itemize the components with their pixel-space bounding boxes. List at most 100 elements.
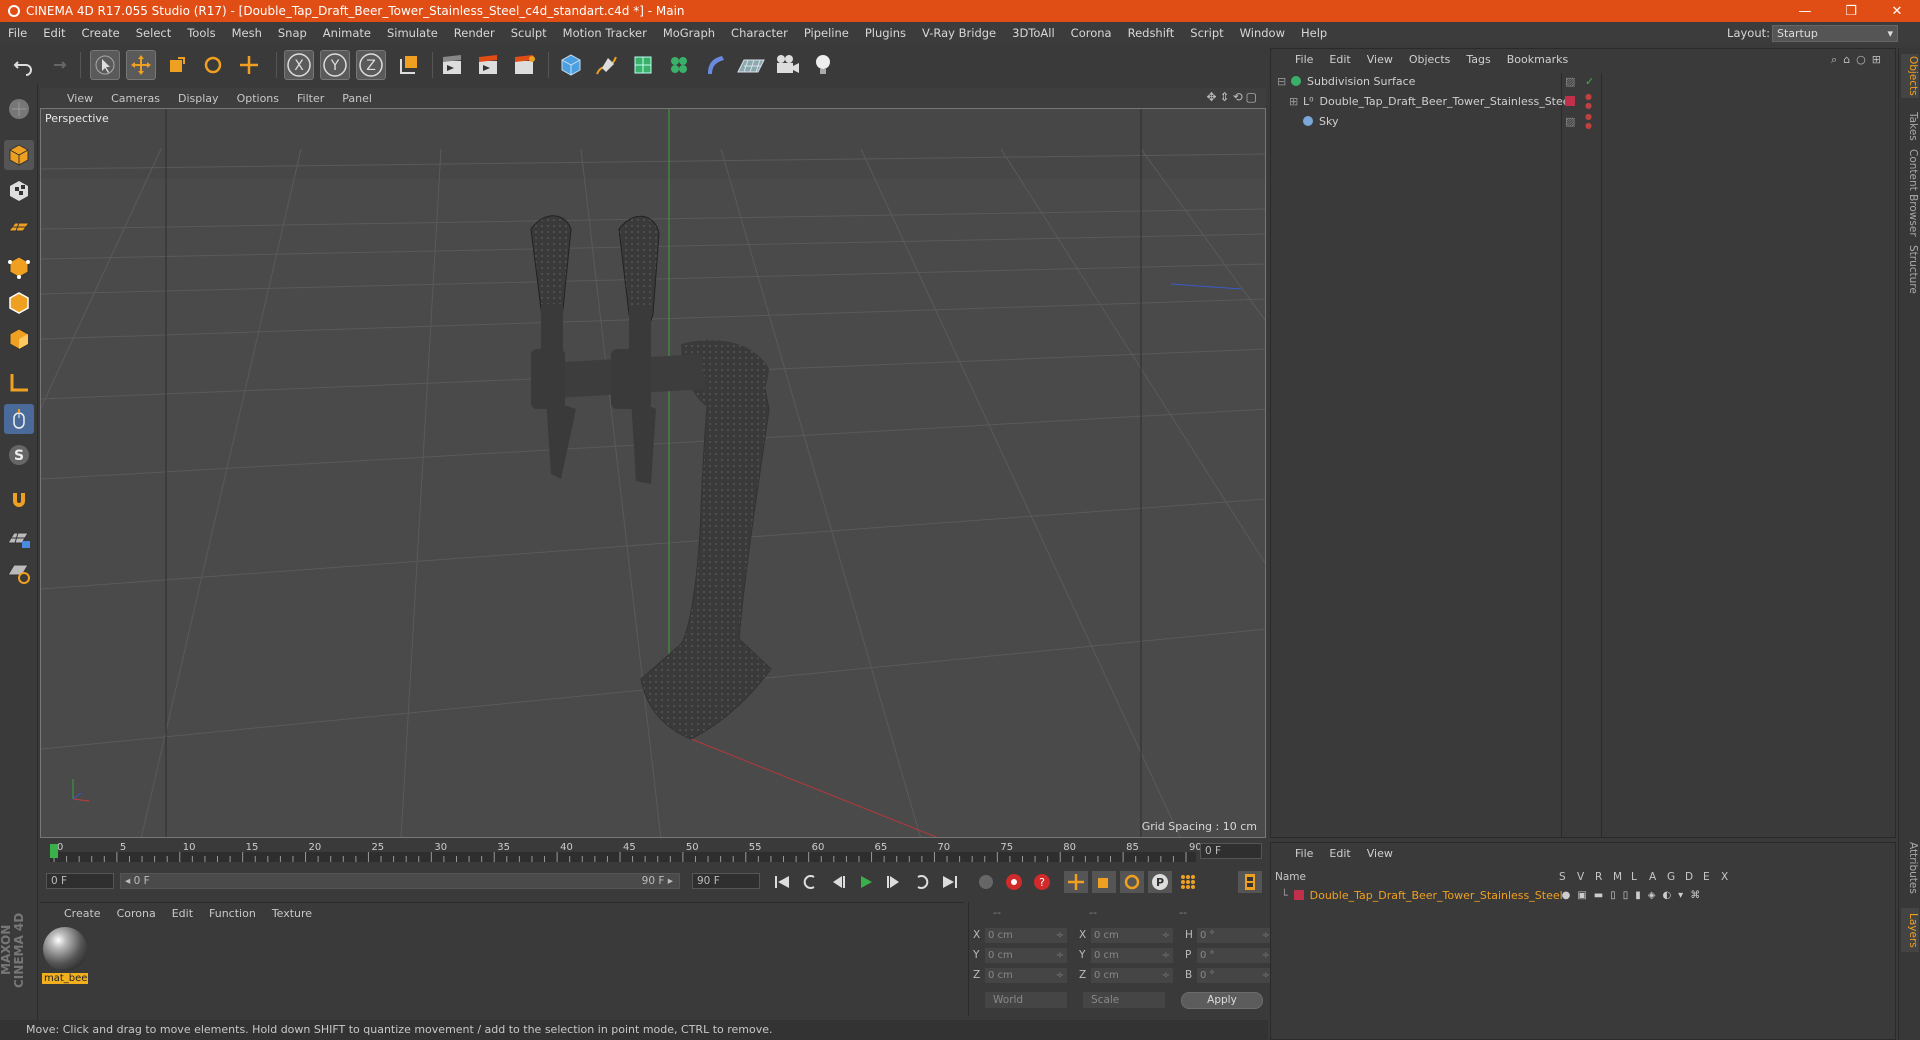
restore-button[interactable]: ❐ bbox=[1828, 0, 1874, 22]
light-button[interactable] bbox=[808, 50, 838, 80]
go-to-start-button[interactable] bbox=[770, 871, 794, 893]
menu-mograph[interactable]: MoGraph bbox=[655, 26, 723, 40]
tab-content-browser[interactable]: Content Browser bbox=[1901, 148, 1919, 238]
pen-spline-button[interactable] bbox=[592, 50, 622, 80]
solo-button[interactable]: S bbox=[4, 440, 34, 470]
menu-sculpt[interactable]: Sculpt bbox=[503, 26, 555, 40]
layer-row[interactable]: └ Double_Tap_Draft_Beer_Tower_Stainless_… bbox=[1275, 887, 1895, 903]
close-button[interactable]: ✕ bbox=[1874, 0, 1920, 22]
collapse-toggle-icon[interactable]: ⊟ bbox=[1277, 75, 1289, 88]
object-menu-edit[interactable]: Edit bbox=[1321, 53, 1358, 66]
menu-character[interactable]: Character bbox=[723, 26, 796, 40]
axis-mode-button[interactable] bbox=[4, 368, 34, 398]
render-view-button[interactable] bbox=[438, 50, 468, 80]
menu-create[interactable]: Create bbox=[74, 26, 128, 40]
layer-menu-edit[interactable]: Edit bbox=[1321, 847, 1358, 860]
recent-tool[interactable] bbox=[234, 50, 264, 80]
viewport-menu-filter[interactable]: Filter bbox=[288, 92, 333, 105]
frame-range-slider[interactable]: ◂ 0 F 90 F ▸ bbox=[120, 873, 680, 889]
tab-attributes[interactable]: Attributes bbox=[1901, 838, 1919, 898]
menu-simulate[interactable]: Simulate bbox=[379, 26, 446, 40]
material-menu-corona[interactable]: Corona bbox=[109, 907, 164, 920]
previous-frame-button[interactable] bbox=[826, 871, 850, 893]
edge-mode-button[interactable] bbox=[4, 288, 34, 318]
layer-menu-file[interactable]: File bbox=[1287, 847, 1321, 860]
tab-objects[interactable]: Objects bbox=[1901, 54, 1919, 98]
layer-color-swatch[interactable] bbox=[1565, 96, 1575, 106]
record-button[interactable] bbox=[1002, 871, 1026, 893]
coordinate-mode-dropdown[interactable]: Scale bbox=[1083, 992, 1165, 1008]
menu-motion-tracker[interactable]: Motion Tracker bbox=[555, 26, 655, 40]
previous-key-button[interactable] bbox=[798, 871, 822, 893]
menu-snap[interactable]: Snap bbox=[270, 26, 315, 40]
key-position-button[interactable] bbox=[1064, 871, 1088, 893]
object-row-sky[interactable]: Sky ▨ ● ● bbox=[1271, 111, 1897, 131]
menu-corona[interactable]: Corona bbox=[1063, 26, 1120, 40]
move-tool[interactable] bbox=[126, 50, 156, 80]
size-x-field[interactable]: 0 cm bbox=[1091, 927, 1173, 943]
viewport-menu-options[interactable]: Options bbox=[228, 92, 288, 105]
visibility-dots-icon[interactable]: ● ● bbox=[1585, 92, 1592, 110]
play-button[interactable] bbox=[854, 871, 878, 893]
start-frame-field[interactable]: 0 F bbox=[46, 873, 114, 889]
key-scale-button[interactable] bbox=[1092, 871, 1116, 893]
layout-dropdown[interactable]: Startup bbox=[1772, 25, 1898, 42]
tab-structure[interactable]: Structure bbox=[1901, 242, 1919, 296]
end-frame-field[interactable]: 90 F bbox=[692, 873, 760, 889]
key-pla-button[interactable] bbox=[1176, 871, 1200, 893]
next-frame-button[interactable] bbox=[882, 871, 906, 893]
expand-toggle-icon[interactable]: ⊞ bbox=[1289, 95, 1301, 108]
layer-toggle-icons[interactable]: ●▣▬▯▯▮◈◐▾⌘ bbox=[1562, 890, 1708, 901]
position-x-field[interactable]: 0 cm bbox=[985, 927, 1067, 943]
editor-visibility-icon[interactable]: ▨ bbox=[1565, 75, 1575, 88]
material-menu-edit[interactable]: Edit bbox=[164, 907, 201, 920]
workplane-mode-button[interactable] bbox=[4, 212, 34, 242]
snap-button[interactable] bbox=[4, 486, 34, 516]
texture-mode-button[interactable] bbox=[4, 176, 34, 206]
menu-3dtoall[interactable]: 3DToAll bbox=[1004, 26, 1063, 40]
scale-tool[interactable] bbox=[162, 50, 192, 80]
rotation-h-field[interactable]: 0 ° bbox=[1197, 927, 1273, 943]
object-row-beer-tower[interactable]: ⊞ L⁰ Double_Tap_Draft_Beer_Tower_Stainle… bbox=[1271, 91, 1897, 111]
camera-button[interactable] bbox=[772, 50, 802, 80]
size-y-field[interactable]: 0 cm bbox=[1091, 947, 1173, 963]
menu-redshift[interactable]: Redshift bbox=[1120, 26, 1183, 40]
editor-visibility-icon[interactable]: ▨ bbox=[1565, 115, 1575, 128]
next-key-button[interactable] bbox=[910, 871, 934, 893]
model-mode-button[interactable] bbox=[4, 140, 34, 170]
timeline-window-button[interactable] bbox=[1238, 871, 1262, 893]
render-picture-viewer-button[interactable] bbox=[474, 50, 504, 80]
rotation-b-field[interactable]: 0 ° bbox=[1197, 967, 1273, 983]
locked-workplane-button[interactable] bbox=[4, 524, 34, 554]
rotate-tool[interactable] bbox=[198, 50, 228, 80]
layer-color-swatch[interactable] bbox=[1293, 890, 1304, 900]
z-axis-lock[interactable]: Z bbox=[356, 50, 386, 80]
tab-takes[interactable]: Takes bbox=[1901, 106, 1919, 146]
autokey-button[interactable]: ? bbox=[1030, 871, 1054, 893]
tab-layers[interactable]: Layers bbox=[1901, 908, 1919, 952]
size-z-field[interactable]: 0 cm bbox=[1091, 967, 1173, 983]
current-frame-field[interactable]: 0 F bbox=[1200, 843, 1262, 859]
position-z-field[interactable]: 0 cm bbox=[985, 967, 1067, 983]
playhead[interactable] bbox=[50, 844, 58, 858]
viewport-navigation-icons[interactable]: ✥⇕⟲▢ bbox=[1206, 90, 1260, 104]
menu-plugins[interactable]: Plugins bbox=[857, 26, 914, 40]
menu-render[interactable]: Render bbox=[446, 26, 503, 40]
cube-button[interactable] bbox=[556, 50, 586, 80]
object-menu-file[interactable]: File bbox=[1287, 53, 1321, 66]
menu-pipeline[interactable]: Pipeline bbox=[796, 26, 857, 40]
material-menu-function[interactable]: Function bbox=[201, 907, 264, 920]
viewport-menu-display[interactable]: Display bbox=[169, 92, 228, 105]
menu-file[interactable]: File bbox=[0, 26, 35, 40]
deformer-button[interactable] bbox=[700, 50, 730, 80]
floor-button[interactable] bbox=[736, 50, 766, 80]
menu-animate[interactable]: Animate bbox=[315, 26, 379, 40]
material-menu-create[interactable]: Create bbox=[56, 907, 109, 920]
y-axis-lock[interactable]: Y bbox=[320, 50, 350, 80]
tweak-mode-button[interactable] bbox=[4, 404, 34, 434]
visibility-dots-icon[interactable]: ● ● bbox=[1585, 112, 1592, 130]
enabled-checkmark-icon[interactable]: ✓ bbox=[1585, 75, 1594, 88]
viewport-menu-view[interactable]: View bbox=[58, 92, 102, 105]
viewport-menu-panel[interactable]: Panel bbox=[333, 92, 381, 105]
go-to-end-button[interactable] bbox=[938, 871, 962, 893]
